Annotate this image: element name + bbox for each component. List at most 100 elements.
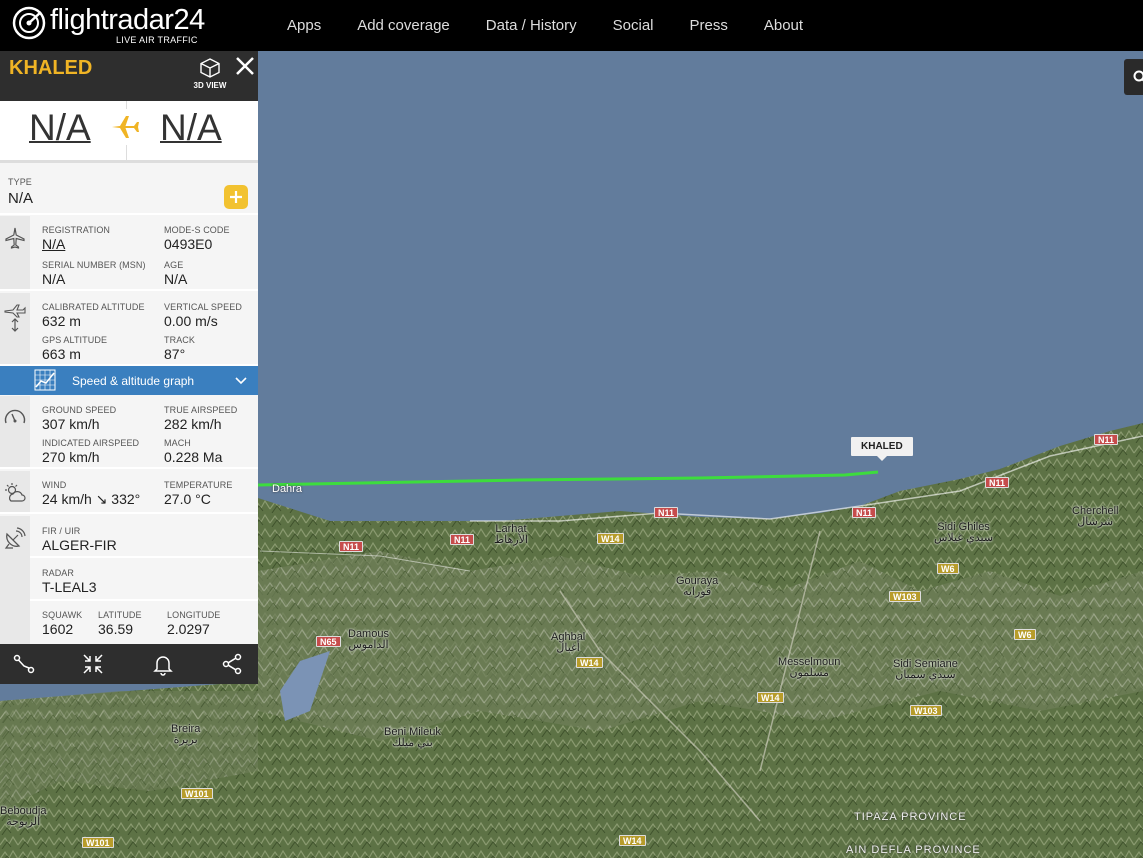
origin-airport[interactable]: N/A [29, 107, 91, 149]
speed-altitude-graph-toggle[interactable]: Speed & altitude graph [0, 366, 258, 395]
modes-value: 0493E0 [164, 236, 213, 252]
bell-icon[interactable] [151, 652, 175, 676]
block-side [0, 396, 30, 467]
main-nav: Apps Add coverage Data / History Social … [269, 0, 821, 51]
longitude-label: LONGITUDE [167, 610, 221, 620]
fit-to-screen-icon[interactable] [81, 652, 105, 676]
nav-press[interactable]: Press [672, 0, 746, 51]
block-side [0, 516, 30, 644]
road-shield: W14 [757, 692, 784, 703]
nav-about[interactable]: About [746, 0, 821, 51]
road-shield: W6 [1014, 629, 1036, 640]
graph-toggle-label: Speed & altitude graph [72, 374, 195, 388]
indicated-airspeed-value: 270 km/h [42, 449, 100, 465]
airplane-icon [109, 110, 143, 144]
add-type-button[interactable] [224, 185, 248, 209]
block-side [0, 293, 30, 364]
radar-label: RADAR [42, 568, 75, 578]
wind-label: WIND [42, 480, 67, 490]
place-beni-mileuk: Beni Mileuk بني ميلك [384, 726, 441, 749]
true-airspeed-label: TRUE AIRSPEED [164, 405, 238, 415]
registration-value[interactable]: N/A [42, 236, 65, 252]
chevron-down-icon [235, 377, 247, 385]
place-aghbal: Aghbal أغبال [551, 631, 586, 654]
road-shield: N11 [985, 477, 1010, 488]
3d-view-button[interactable]: 3D VIEW [189, 57, 231, 97]
panel-callsign: KHALED [9, 57, 93, 79]
wind-value: 24 km/h ↘ 332° [42, 491, 141, 507]
age-label: AGE [164, 260, 184, 270]
aircraft-icon [5, 227, 25, 249]
nav-social[interactable]: Social [595, 0, 672, 51]
altitude-icon [4, 304, 26, 332]
panel-toolbar [0, 644, 258, 684]
satellite-dish-icon [4, 527, 26, 549]
mach-value: 0.228 Ma [164, 449, 223, 465]
true-airspeed-value: 282 km/h [164, 416, 222, 432]
route-icon[interactable] [12, 652, 36, 676]
age-value: N/A [164, 271, 188, 287]
weather-block: WIND 24 km/h ↘ 332° TEMPERATURE 27.0 °C [0, 471, 258, 514]
gps-altitude-label: GPS ALTITUDE [42, 335, 108, 345]
logo-tagline: LIVE AIR TRAFFIC [116, 35, 198, 45]
map-search-button[interactable] [1124, 59, 1143, 95]
road-shield: N11 [1094, 434, 1119, 445]
block-side [0, 216, 30, 289]
nav-add-coverage[interactable]: Add coverage [339, 0, 468, 51]
type-label: TYPE [8, 177, 32, 187]
weather-icon [5, 483, 26, 502]
latitude-value: 36.59 [98, 621, 134, 637]
flightradar24-logo[interactable]: flightradar24 LIVE AIR TRAFFIC [12, 4, 205, 48]
track-value: 87° [164, 346, 186, 362]
road-shield: W101 [181, 788, 213, 799]
place-breira: Breira بريرة [171, 723, 201, 746]
road-shield: W103 [889, 591, 921, 602]
road-shield: N11 [654, 507, 679, 518]
fir-label: FIR / UIR [42, 526, 81, 536]
plus-icon [230, 191, 242, 203]
temperature-value: 27.0 °C [164, 491, 211, 507]
destination-airport[interactable]: N/A [160, 107, 222, 149]
place-gouraya: Gouraya قورايه [676, 575, 719, 598]
nav-apps[interactable]: Apps [269, 0, 339, 51]
route-plane-badge [108, 109, 144, 145]
squawk-value: 1602 [42, 621, 74, 637]
longitude-value: 2.0297 [167, 621, 210, 637]
msn-value: N/A [42, 271, 66, 287]
place-beboudja: Beboudja الزبوجة [0, 805, 47, 828]
ground-speed-label: GROUND SPEED [42, 405, 117, 415]
place-sidi-semiane: Sidi Semiane سيدي سميان [893, 658, 958, 681]
mach-label: MACH [164, 438, 191, 448]
msn-label: SERIAL NUMBER (MSN) [42, 260, 146, 270]
3d-view-label: 3D VIEW [193, 81, 227, 90]
nav-data-history[interactable]: Data / History [468, 0, 595, 51]
divider [30, 556, 258, 558]
speedometer-icon [4, 409, 26, 424]
share-icon[interactable] [220, 652, 244, 676]
place-larhat: Larhat الأرهاط [494, 523, 528, 546]
road-shield: N11 [339, 541, 364, 552]
fir-value: ALGER-FIR [42, 537, 117, 553]
squawk-label: SQUAWK [42, 610, 83, 620]
position-block: FIR / UIR ALGER-FIR RADAR T-LEAL3 SQUAWK… [0, 516, 258, 644]
latitude-label: LATITUDE [98, 610, 142, 620]
gps-altitude-value: 663 m [42, 346, 81, 362]
vertical-speed-label: VERTICAL SPEED [164, 302, 242, 312]
close-icon[interactable] [233, 54, 257, 78]
divider [30, 599, 258, 601]
type-value: N/A [8, 190, 34, 207]
temperature-label: TEMPERATURE [164, 480, 233, 490]
flight-info-panel: KHALED 3D VIEW N/A N/A TYPE N/A REGISTRA… [0, 51, 258, 684]
road-shield: N11 [852, 507, 877, 518]
speed-block: GROUND SPEED 307 km/h TRUE AIRSPEED 282 … [0, 396, 258, 469]
vertical-speed-value: 0.00 m/s [164, 313, 218, 329]
indicated-airspeed-label: INDICATED AIRSPEED [42, 438, 140, 448]
calibrated-altitude-label: CALIBRATED ALTITUDE [42, 302, 145, 312]
road-shield: W14 [619, 835, 646, 846]
radar-logo-icon [12, 6, 46, 40]
route-block: N/A N/A [0, 101, 258, 163]
road-shield: W14 [576, 657, 603, 668]
modes-label: MODE-S CODE [164, 225, 230, 235]
province-label: TIPAZA PROVINCE [854, 811, 967, 823]
aircraft-callsign-label[interactable]: KHALED [851, 437, 913, 461]
